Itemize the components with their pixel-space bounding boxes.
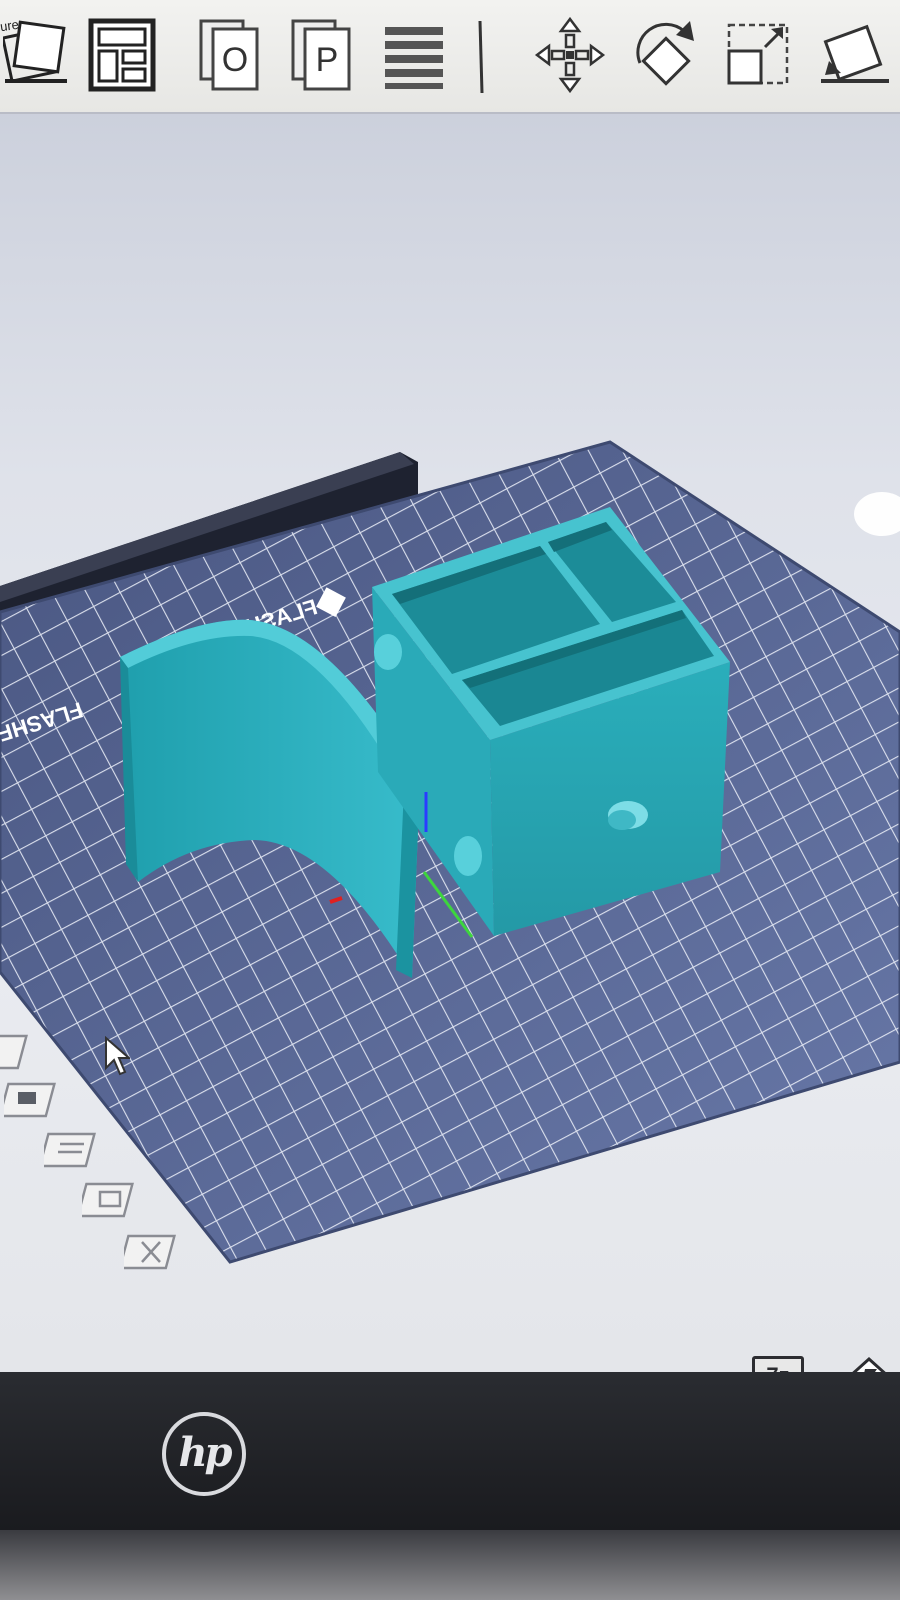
- rotate-button[interactable]: [625, 10, 705, 100]
- rotate-icon: [636, 21, 694, 86]
- main-toolbar: ure O P: [0, 0, 900, 114]
- flashforge-corner-logo-icon[interactable]: [845, 1355, 893, 1372]
- mouse-cursor-icon: [105, 1036, 130, 1076]
- monitor-screen: ure O P FLASHFORGE: [0, 0, 900, 1372]
- layers-icon: [82, 1182, 134, 1218]
- view-cube-button[interactable]: 7z: [752, 1356, 804, 1372]
- move-icon: [534, 16, 606, 94]
- place-glyph: P: [316, 41, 339, 79]
- open-file-button[interactable]: [0, 10, 80, 100]
- properties-icon: [44, 1132, 96, 1168]
- scale-button[interactable]: [718, 10, 798, 100]
- slice-list-button[interactable]: [374, 10, 454, 100]
- delete-button[interactable]: [124, 1230, 186, 1274]
- view-button[interactable]: [0, 1030, 38, 1074]
- orient-glyph: O: [222, 41, 248, 79]
- properties-button[interactable]: [44, 1128, 106, 1172]
- camera-icon: [4, 1082, 56, 1118]
- slice-list-icon: [385, 27, 443, 89]
- layout-icon: [88, 18, 156, 92]
- delete-icon: [124, 1234, 176, 1270]
- view-icon: [0, 1034, 28, 1070]
- toolbar-divider: [460, 10, 500, 100]
- desk-surface: [0, 1530, 900, 1600]
- hp-logo: hp: [162, 1412, 246, 1496]
- mirror-icon: [821, 24, 889, 83]
- screen-glare: [854, 492, 900, 536]
- layers-button[interactable]: [82, 1178, 144, 1222]
- mirror-button[interactable]: [812, 10, 892, 100]
- hp-logo-text: hp: [178, 1428, 232, 1476]
- layout-button[interactable]: [82, 10, 162, 100]
- move-button[interactable]: [530, 10, 610, 100]
- place-icon: P: [291, 19, 351, 91]
- orient-icon: O: [199, 19, 259, 91]
- divider-line-icon: [478, 20, 484, 94]
- open-file-icon: [3, 20, 67, 83]
- place-button[interactable]: P: [282, 10, 362, 100]
- scale-icon: [727, 23, 789, 85]
- camera-button[interactable]: [4, 1078, 66, 1122]
- view-cube-label: 7z: [766, 1363, 789, 1372]
- orient-button[interactable]: O: [190, 10, 270, 100]
